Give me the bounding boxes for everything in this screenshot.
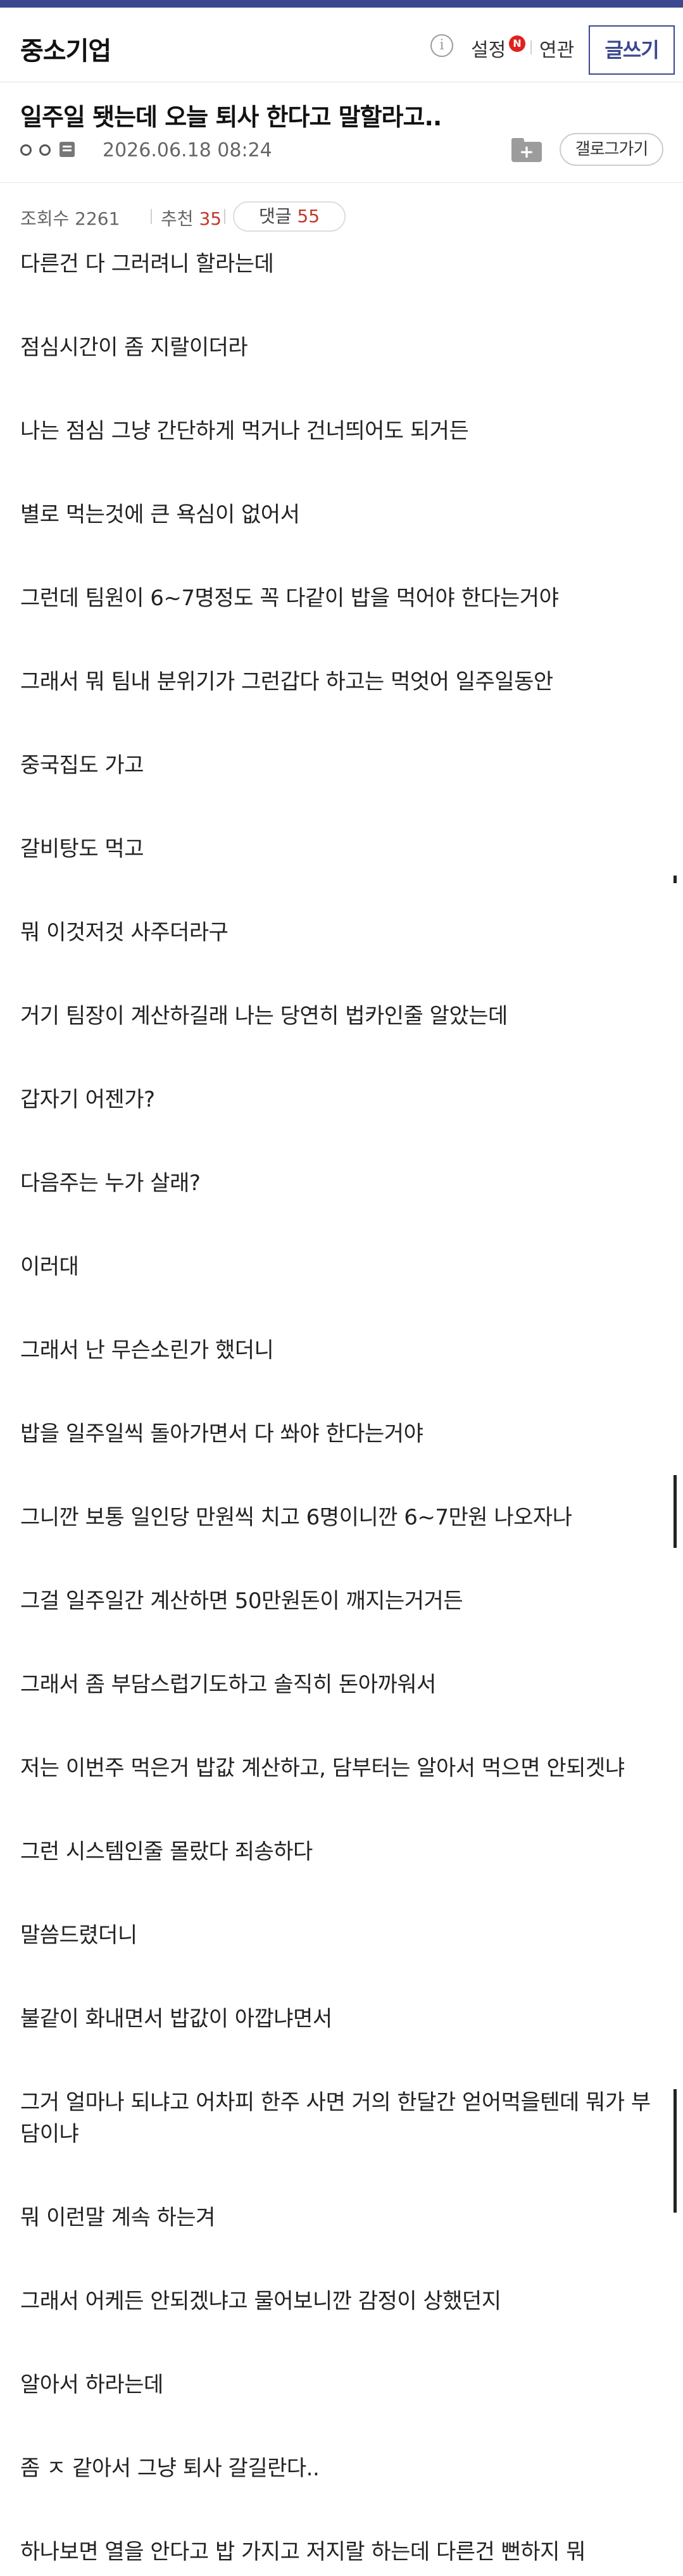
body-paragraph: 저는 이번주 먹은거 밥값 계산하고, 담부터는 알아서 먹으면 안되겟냐: [20, 1756, 625, 1781]
body-paragraph: 거기 팀장이 계산하길래 나는 당연히 법카인줄 알았는데: [20, 1003, 508, 1029]
settings-link[interactable]: 설정: [471, 34, 506, 62]
body-paragraph: 다음주는 누가 살래?: [20, 1171, 201, 1196]
body-paragraph: 그래서 어케든 안되겠냐고 물어보니깐 감정이 상했던지: [20, 2289, 501, 2314]
body-paragraph: 갈비탕도 먹고: [20, 836, 144, 862]
gallog-button[interactable]: 갤로그가기: [560, 133, 663, 166]
body-paragraph: 좀 ㅈ 같아서 그냥 퇴사 갈길란다..: [20, 2456, 320, 2481]
scroll-indicator: [674, 1475, 677, 1548]
author-masked-circle-icon: [20, 144, 32, 156]
header-divider: [530, 41, 532, 54]
body-paragraph: 그래서 뭐 팀내 분위기가 그런갑다 하고는 먹엇어 일주일동안: [20, 669, 553, 694]
body-paragraph: 불같이 화내면서 밥값이 아깝냐면서: [20, 2006, 332, 2032]
stats-divider: [151, 209, 152, 224]
body-paragraph: 그런 시스템인줄 몰랐다 죄송하다: [20, 1839, 313, 1864]
body-paragraph: 점심시간이 좀 지랄이더라: [20, 335, 248, 360]
body-paragraph: 나는 점심 그냥 간단하게 먹거나 건너띄어도 되거든: [20, 418, 469, 444]
scroll-indicator: [674, 876, 677, 883]
body-paragraph: 밥을 일주일씩 돌아가면서 다 쏴야 한다는거야: [20, 1421, 423, 1447]
related-link[interactable]: 연관: [539, 34, 574, 62]
meta-divider: [0, 182, 683, 183]
view-count: 조회수 2261: [20, 208, 120, 229]
body-paragraph: 그래서 난 무슨소린가 했더니: [20, 1338, 274, 1363]
body-paragraph: 다른건 다 그러려니 할라는데: [20, 251, 274, 277]
author-masked-circle-icon: [39, 144, 51, 156]
body-paragraph: 뭐 이것저것 사주더라구: [20, 920, 229, 945]
body-paragraph: 별로 먹는것에 큰 욕심이 없어서: [20, 502, 300, 527]
gallery-header: 중소기업 i 설정 N 연관 글쓰기: [0, 8, 683, 82]
info-icon[interactable]: i: [430, 34, 453, 57]
stats-divider: [224, 209, 225, 224]
new-badge: N: [509, 35, 525, 52]
body-paragraph: 이러대: [20, 1254, 79, 1279]
body-paragraph: 뭐 이런말 계속 하는겨: [20, 2205, 215, 2230]
body-paragraph: 갑자기 어젠가?: [20, 1087, 155, 1112]
plus-icon: +: [519, 141, 534, 162]
author-gallog-icon[interactable]: [60, 142, 75, 157]
comment-count-button[interactable]: 댓글 55: [233, 201, 346, 232]
body-paragraph: 그런데 팀원이 6~7명정도 꼭 다같이 밥을 먹어야 한다는거야: [20, 586, 559, 611]
body-paragraph: 말씀드렸더니: [20, 1923, 137, 1948]
post-body: 다른건 다 그러려니 할라는데 점심시간이 좀 지랄이더라 나는 점심 그냥 간…: [20, 248, 666, 2576]
recommend-count: 추천 35: [161, 208, 222, 229]
post-date: 2026.06.18 08:24: [103, 139, 272, 161]
add-folder-button[interactable]: +: [511, 137, 542, 162]
body-paragraph: 중국집도 가고: [20, 753, 144, 778]
body-paragraph: 그니깐 보통 일인당 만원씩 치고 6명이니깐 6~7만원 나오자나: [20, 1505, 572, 1530]
body-paragraph: 그래서 좀 부담스럽기도하고 솔직히 돈아까워서: [20, 1672, 436, 1697]
post-title: 일주일 됏는데 오늘 퇴사 한다고 말할라고..: [20, 103, 442, 131]
body-paragraph: 그거 얼마나 되냐고 어차피 한주 사면 거의 한달간 얻어먹을텐데 뭐가 부담…: [20, 2090, 651, 2147]
scroll-indicator: [674, 2089, 677, 2213]
body-paragraph: 알아서 하라는데: [20, 2372, 163, 2397]
write-button[interactable]: 글쓰기: [589, 25, 675, 75]
body-paragraph: 하나보면 열을 안다고 밥 가지고 저지랄 하는데 다른건 뻔하지 뭐: [20, 2539, 586, 2565]
body-paragraph: 그걸 일주일간 계산하면 50만원돈이 깨지는거거든: [20, 1588, 463, 1614]
top-accent-bar: [0, 0, 683, 8]
gallery-title[interactable]: 중소기업: [20, 30, 111, 67]
